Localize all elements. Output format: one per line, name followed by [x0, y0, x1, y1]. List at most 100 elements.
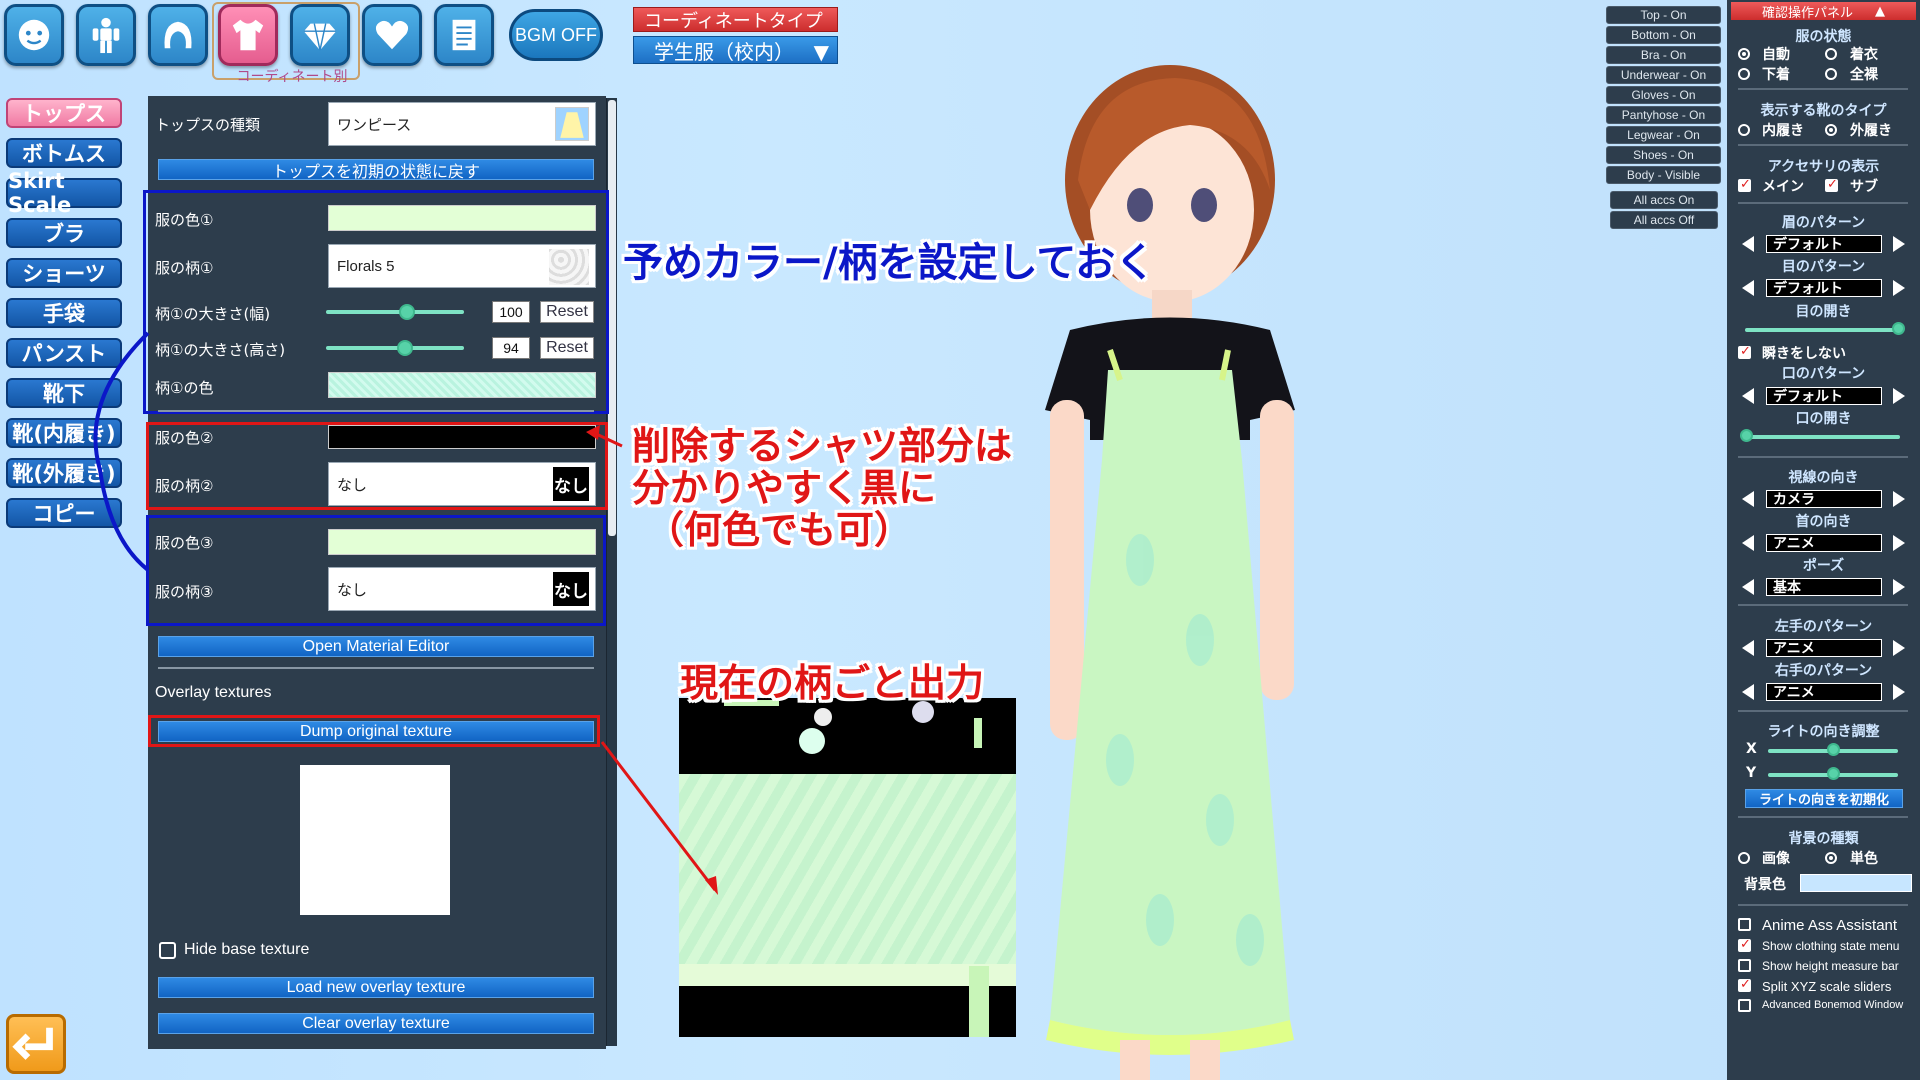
clear-overlay-texture-button[interactable]: Clear overlay texture: [158, 1013, 594, 1034]
bg-solid-radio[interactable]: [1825, 852, 1837, 864]
eye-open-slider[interactable]: [1745, 328, 1900, 332]
left-hand-prev-arrow-icon[interactable]: [1742, 640, 1754, 656]
eye-prev-arrow-icon[interactable]: [1742, 280, 1754, 296]
toggle-gloves[interactable]: Gloves - On: [1606, 86, 1721, 104]
eye-next-arrow-icon[interactable]: [1893, 280, 1905, 296]
mouth-open-knob[interactable]: [1740, 429, 1753, 442]
category-bottoms[interactable]: ボトムス: [6, 138, 122, 168]
state-underwear-radio[interactable]: [1738, 68, 1750, 80]
light-y-knob[interactable]: [1827, 767, 1840, 780]
coordinate-type-dropdown[interactable]: 学生服（校内） ▼: [633, 36, 838, 64]
mouth-prev-arrow-icon[interactable]: [1742, 388, 1754, 404]
show-height-checkbox[interactable]: [1738, 959, 1751, 972]
heart-icon[interactable]: [362, 4, 422, 66]
pose-value[interactable]: 基本: [1766, 578, 1882, 596]
mouth-open-slider[interactable]: [1745, 435, 1900, 439]
category-socks[interactable]: 靴下: [6, 378, 122, 408]
neck-prev-arrow-icon[interactable]: [1742, 535, 1754, 551]
brow-next-arrow-icon[interactable]: [1893, 236, 1905, 252]
right-hand-prev-arrow-icon[interactable]: [1742, 684, 1754, 700]
toggle-underwear[interactable]: Underwear - On: [1606, 66, 1721, 84]
indoor-shoes-radio[interactable]: [1738, 124, 1750, 136]
category-copy[interactable]: コピー: [6, 498, 122, 528]
pattern1-height-slider[interactable]: [326, 346, 464, 350]
outdoor-shoes-radio[interactable]: [1825, 124, 1837, 136]
eye-open-knob[interactable]: [1892, 322, 1905, 335]
category-indoor-shoes[interactable]: 靴(内履き): [6, 418, 122, 448]
category-skirt-scale[interactable]: Skirt Scale: [6, 169, 122, 217]
split-xyz-checkbox[interactable]: [1738, 977, 1751, 992]
pattern1-width-knob[interactable]: [399, 304, 415, 320]
category-bra[interactable]: ブラ: [6, 218, 122, 248]
light-x-knob[interactable]: [1827, 743, 1840, 756]
hide-base-texture-checkbox[interactable]: [159, 942, 176, 959]
toggle-bra[interactable]: Bra - On: [1606, 46, 1721, 64]
gaze-prev-arrow-icon[interactable]: [1742, 491, 1754, 507]
category-pantyhose[interactable]: パンスト: [6, 338, 122, 368]
pattern1-color-swatch[interactable]: [328, 372, 596, 398]
show-clothing-checkbox[interactable]: [1738, 937, 1751, 952]
state-dressed-radio[interactable]: [1825, 48, 1837, 60]
pattern1-selector[interactable]: Florals 5: [328, 244, 596, 288]
mouth-next-arrow-icon[interactable]: [1893, 388, 1905, 404]
category-gloves[interactable]: 手袋: [6, 298, 122, 328]
toggle-legwear[interactable]: Legwear - On: [1606, 126, 1721, 144]
brow-prev-arrow-icon[interactable]: [1742, 236, 1754, 252]
dump-original-texture-button[interactable]: Dump original texture: [158, 721, 594, 742]
pose-next-arrow-icon[interactable]: [1893, 579, 1905, 595]
toggle-top[interactable]: Top - On: [1606, 6, 1721, 24]
state-auto-radio[interactable]: [1738, 48, 1750, 60]
document-icon[interactable]: [434, 4, 494, 66]
back-button[interactable]: [6, 1014, 66, 1074]
bg-color-swatch[interactable]: [1800, 874, 1912, 892]
pattern1-height-reset-button[interactable]: Reset: [540, 337, 594, 359]
gaze-next-arrow-icon[interactable]: [1893, 491, 1905, 507]
main-accessory-checkbox[interactable]: [1738, 177, 1751, 192]
mouth-pattern-value[interactable]: デフォルト: [1766, 387, 1882, 405]
all-accs-on-button[interactable]: All accs On: [1610, 191, 1718, 209]
toggle-bottom[interactable]: Bottom - On: [1606, 26, 1721, 44]
face-icon[interactable]: [4, 4, 64, 66]
control-panel-title[interactable]: 確認操作パネル ▲: [1731, 2, 1916, 21]
scrollbar-thumb[interactable]: [608, 100, 616, 536]
brow-pattern-value[interactable]: デフォルト: [1766, 235, 1882, 253]
pattern1-height-knob[interactable]: [397, 340, 413, 356]
left-hand-value[interactable]: アニメ: [1766, 639, 1882, 657]
anime-ass-checkbox[interactable]: [1738, 918, 1751, 931]
state-nude-radio[interactable]: [1825, 68, 1837, 80]
pattern3-selector[interactable]: なし なし: [328, 567, 596, 611]
bgm-toggle-button[interactable]: BGM OFF: [509, 9, 603, 61]
gaze-value[interactable]: カメラ: [1766, 490, 1882, 508]
neck-value[interactable]: アニメ: [1766, 534, 1882, 552]
tops-type-selector[interactable]: ワンピース: [328, 102, 596, 146]
right-hand-next-arrow-icon[interactable]: [1893, 684, 1905, 700]
advanced-bonemod-checkbox[interactable]: [1738, 999, 1751, 1012]
bg-image-radio[interactable]: [1738, 852, 1750, 864]
reset-tops-button[interactable]: トップスを初期の状態に戻す: [158, 159, 594, 181]
all-accs-off-button[interactable]: All accs Off: [1610, 211, 1718, 229]
hair-icon[interactable]: [148, 4, 208, 66]
category-shorts[interactable]: ショーツ: [6, 258, 122, 288]
neck-next-arrow-icon[interactable]: [1893, 535, 1905, 551]
toggle-shoes[interactable]: Shoes - On: [1606, 146, 1721, 164]
color1-swatch[interactable]: [328, 205, 596, 231]
color2-swatch[interactable]: [328, 425, 596, 449]
load-overlay-texture-button[interactable]: Load new overlay texture: [158, 977, 594, 998]
no-blink-checkbox[interactable]: [1738, 344, 1751, 359]
pattern1-height-input[interactable]: 94: [492, 337, 530, 359]
light-reset-button[interactable]: ライトの向きを初期化: [1745, 789, 1903, 808]
category-outdoor-shoes[interactable]: 靴(外履き): [6, 458, 122, 488]
pattern2-selector[interactable]: なし なし: [328, 462, 596, 506]
pose-prev-arrow-icon[interactable]: [1742, 579, 1754, 595]
right-hand-value[interactable]: アニメ: [1766, 683, 1882, 701]
pattern1-width-reset-button[interactable]: Reset: [540, 301, 594, 323]
category-tops[interactable]: トップス: [6, 98, 122, 128]
left-hand-next-arrow-icon[interactable]: [1893, 640, 1905, 656]
color3-swatch[interactable]: [328, 529, 596, 555]
sub-accessory-checkbox[interactable]: [1825, 177, 1838, 192]
body-icon[interactable]: [76, 4, 136, 66]
toggle-body[interactable]: Body - Visible: [1606, 166, 1721, 184]
pattern1-width-input[interactable]: 100: [492, 301, 530, 323]
open-material-editor-button[interactable]: Open Material Editor: [158, 636, 594, 657]
toggle-pantyhose[interactable]: Pantyhose - On: [1606, 106, 1721, 124]
